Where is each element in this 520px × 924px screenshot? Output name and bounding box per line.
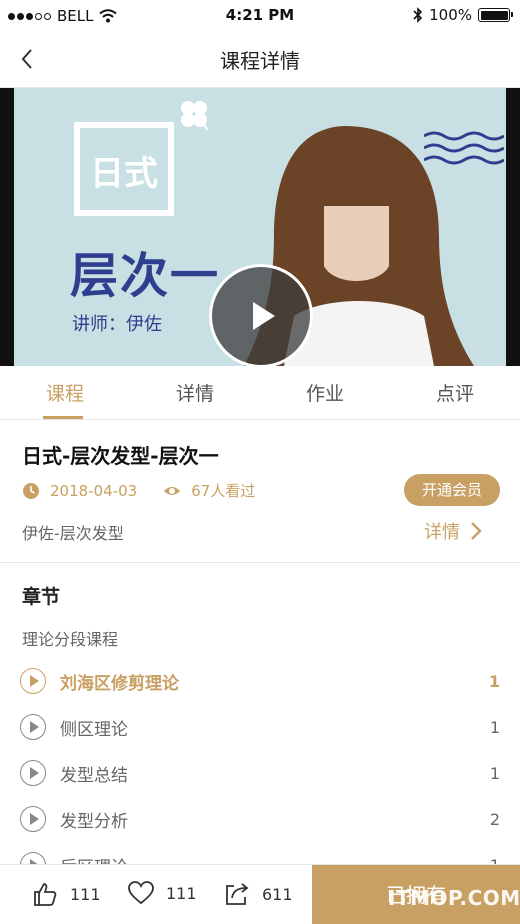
lesson-item[interactable]: 发型分析 2 [0,796,520,842]
favorite-button[interactable]: 111 [128,881,197,905]
chevron-right-icon [471,522,482,540]
play-circle-icon [20,714,46,740]
heart-icon [128,881,154,905]
course-subtitle: 伊佐-层次发型 [22,524,124,543]
play-circle-icon [20,760,46,786]
lesson-list: 刘海区修剪理论 1 侧区理论 1 发型总结 1 发型分析 2 后区理论 1 [0,658,520,888]
course-views: 67人看过 [191,482,256,500]
like-count: 111 [70,884,101,904]
lesson-name: 刘海区修剪理论 [60,673,179,694]
lesson-name: 发型总结 [60,765,128,786]
chapter-group-title: 理论分段课程 [22,630,119,649]
lesson-name: 侧区理论 [60,719,128,740]
detail-link-label: 详情 [424,522,460,543]
bluetooth-icon [413,7,423,23]
chapter-heading: 章节 [22,586,61,608]
watermark: ITMOP.COM [388,886,520,910]
lesson-count: 1 [489,763,500,783]
lesson-name: 发型分析 [60,811,128,832]
battery-icon [478,8,513,22]
tab-course[interactable]: 课程 [0,366,130,419]
clover-icon [181,101,209,131]
thumbnail-lecturer: 讲师：伊佐 [72,314,162,335]
play-circle-icon [20,668,46,694]
course-detail-screen: BELL 4:21 PM 100% 课程详情 日式 层次一 讲师：伊佐 课程 详… [0,0,520,924]
nav-bar: 课程详情 [0,32,520,88]
play-button[interactable] [209,264,313,366]
lesson-count: 2 [489,809,500,829]
play-icon [253,302,275,330]
favorite-count: 111 [166,883,197,903]
share-button[interactable]: 611 [224,881,293,907]
course-date: 2018-04-03 [50,481,138,500]
play-circle-icon [20,806,46,832]
course-title: 日式-层次发型-层次一 [22,444,219,468]
thumbnail-tag: 日式 [90,154,158,194]
section-divider [0,562,520,563]
status-right: 100% [413,6,513,24]
course-meta: 2018-04-03 67人看过 [22,480,255,501]
lesson-item[interactable]: 侧区理论 1 [0,704,520,750]
thumbs-up-icon [34,883,57,906]
video-player[interactable]: 日式 层次一 讲师：伊佐 [0,88,520,366]
page-title: 课程详情 [220,49,300,73]
tab-bar: 课程 详情 作业 点评 [0,366,520,420]
status-bar: BELL 4:21 PM 100% [0,0,520,32]
share-count: 611 [262,884,293,904]
lesson-count: 1 [489,717,500,737]
tab-reviews[interactable]: 点评 [390,366,520,419]
detail-link[interactable]: 详情 [424,518,482,544]
clock-icon [23,482,39,499]
like-button[interactable]: 111 [32,881,101,907]
lesson-item[interactable]: 发型总结 1 [0,750,520,796]
lesson-count: 1 [488,671,500,691]
tab-homework[interactable]: 作业 [260,366,390,419]
tab-details[interactable]: 详情 [130,366,260,419]
thumbnail-title: 层次一 [70,248,221,304]
eye-icon [164,486,181,495]
lesson-item[interactable]: 刘海区修剪理论 1 [0,658,520,704]
open-vip-button[interactable]: 开通会员 [404,474,500,506]
battery-percent: 100% [429,6,472,24]
share-icon [226,883,249,905]
